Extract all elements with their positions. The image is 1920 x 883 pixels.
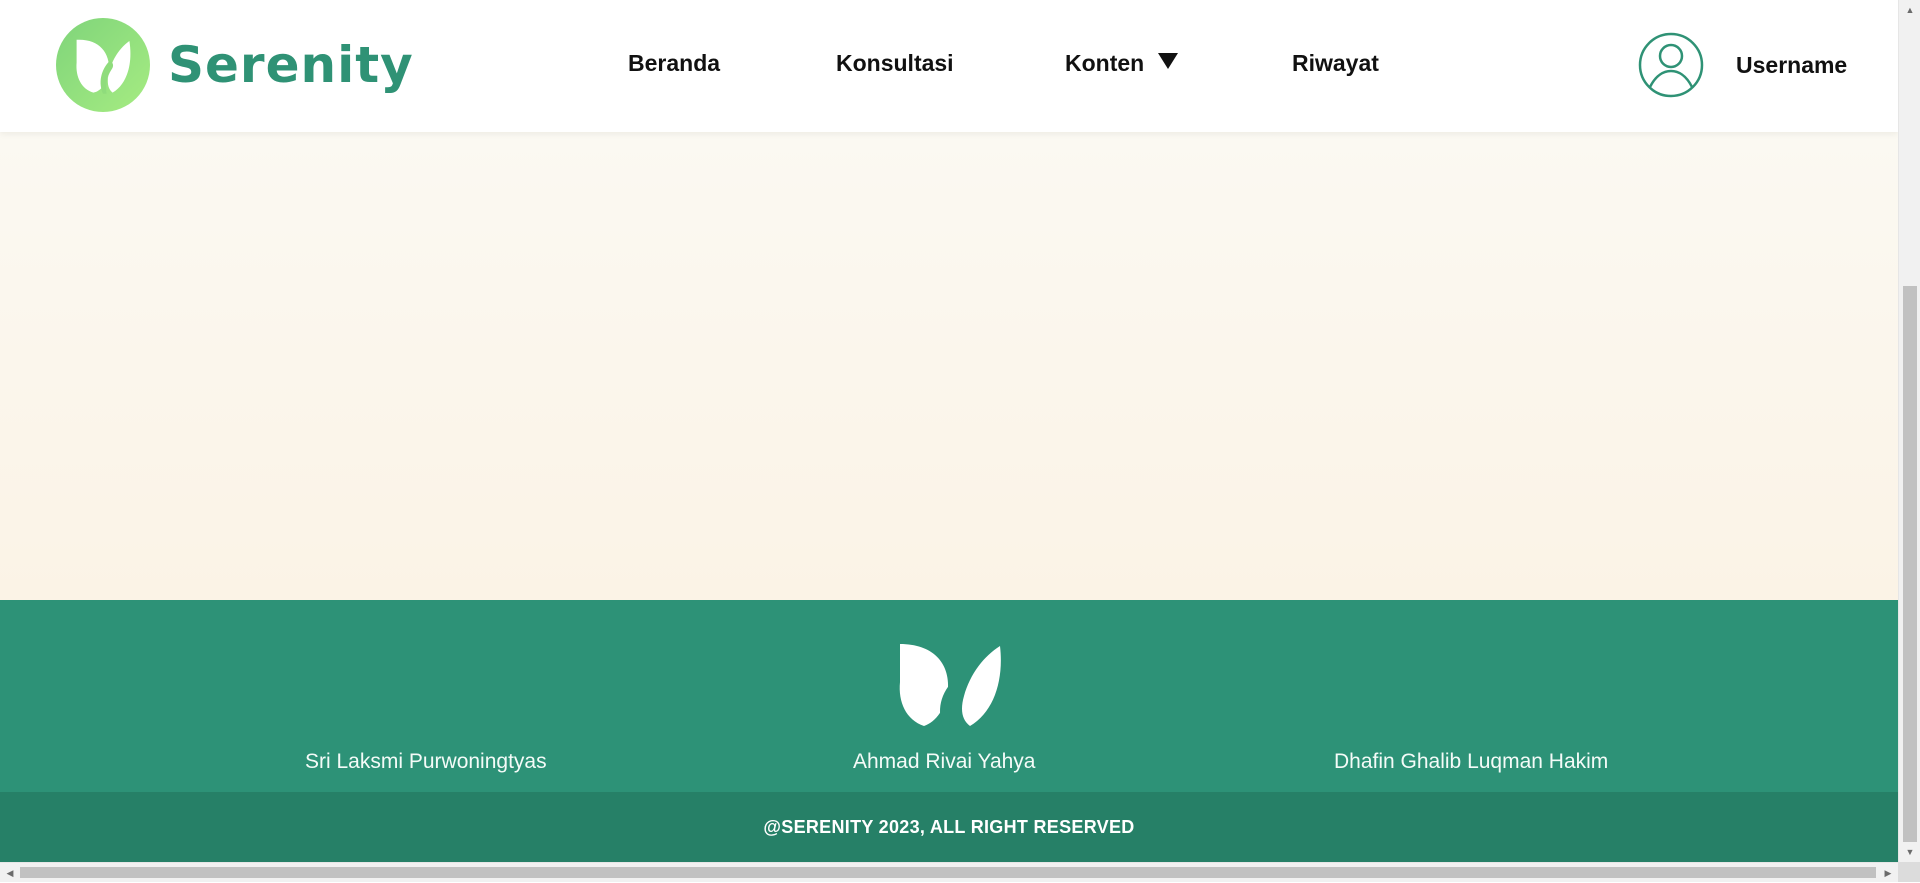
main-content [0,132,1898,600]
footer-author-name: Dhafin Ghalib Luqman Hakim [1334,750,1609,773]
scroll-left-arrow-icon[interactable]: ◀ [0,863,20,883]
copyright-bar: @SERENITY 2023, ALL RIGHT RESERVED [0,792,1898,862]
caret-down-icon [1158,53,1179,69]
nav-item-konten[interactable]: Konten [1065,50,1179,77]
horizontal-scroll-thumb[interactable] [20,867,1876,878]
scroll-down-arrow-icon[interactable]: ▼ [1899,842,1920,862]
leaf-icon [56,18,150,112]
scrollbar-corner [1898,862,1920,882]
footer-author-name: Sri Laksmi Purwoningtyas [305,750,547,773]
username-label: Username [1736,51,1848,78]
brand-logo[interactable]: Serenity [56,18,414,112]
footer-author-name: Ahmad Rivai Yahya [853,750,1036,773]
page-viewport: Serenity Beranda Konsultasi Konten Riway… [0,0,1898,862]
vertical-scroll-thumb[interactable] [1903,286,1917,842]
vertical-scrollbar[interactable]: ▲ ▼ [1898,0,1920,862]
user-circle-icon [1638,32,1704,98]
scroll-up-arrow-icon[interactable]: ▲ [1899,0,1920,20]
leaf-icon [899,644,1001,728]
scroll-right-arrow-icon[interactable]: ▶ [1878,863,1898,883]
horizontal-scrollbar[interactable]: ◀ ▶ [0,862,1898,882]
nav-item-konsultasi[interactable]: Konsultasi [836,50,954,77]
nav-item-beranda[interactable]: Beranda [628,50,720,77]
site-footer: Sri Laksmi Purwoningtyas Ahmad Rivai Yah… [0,600,1898,792]
brand-name: Serenity [168,36,414,94]
site-header: Serenity Beranda Konsultasi Konten Riway… [0,0,1898,132]
nav-item-konten-label: Konten [1065,50,1145,76]
nav-item-riwayat[interactable]: Riwayat [1292,50,1379,77]
copyright-text: @SERENITY 2023, ALL RIGHT RESERVED [763,816,1135,837]
user-menu[interactable]: Username [1638,32,1847,98]
